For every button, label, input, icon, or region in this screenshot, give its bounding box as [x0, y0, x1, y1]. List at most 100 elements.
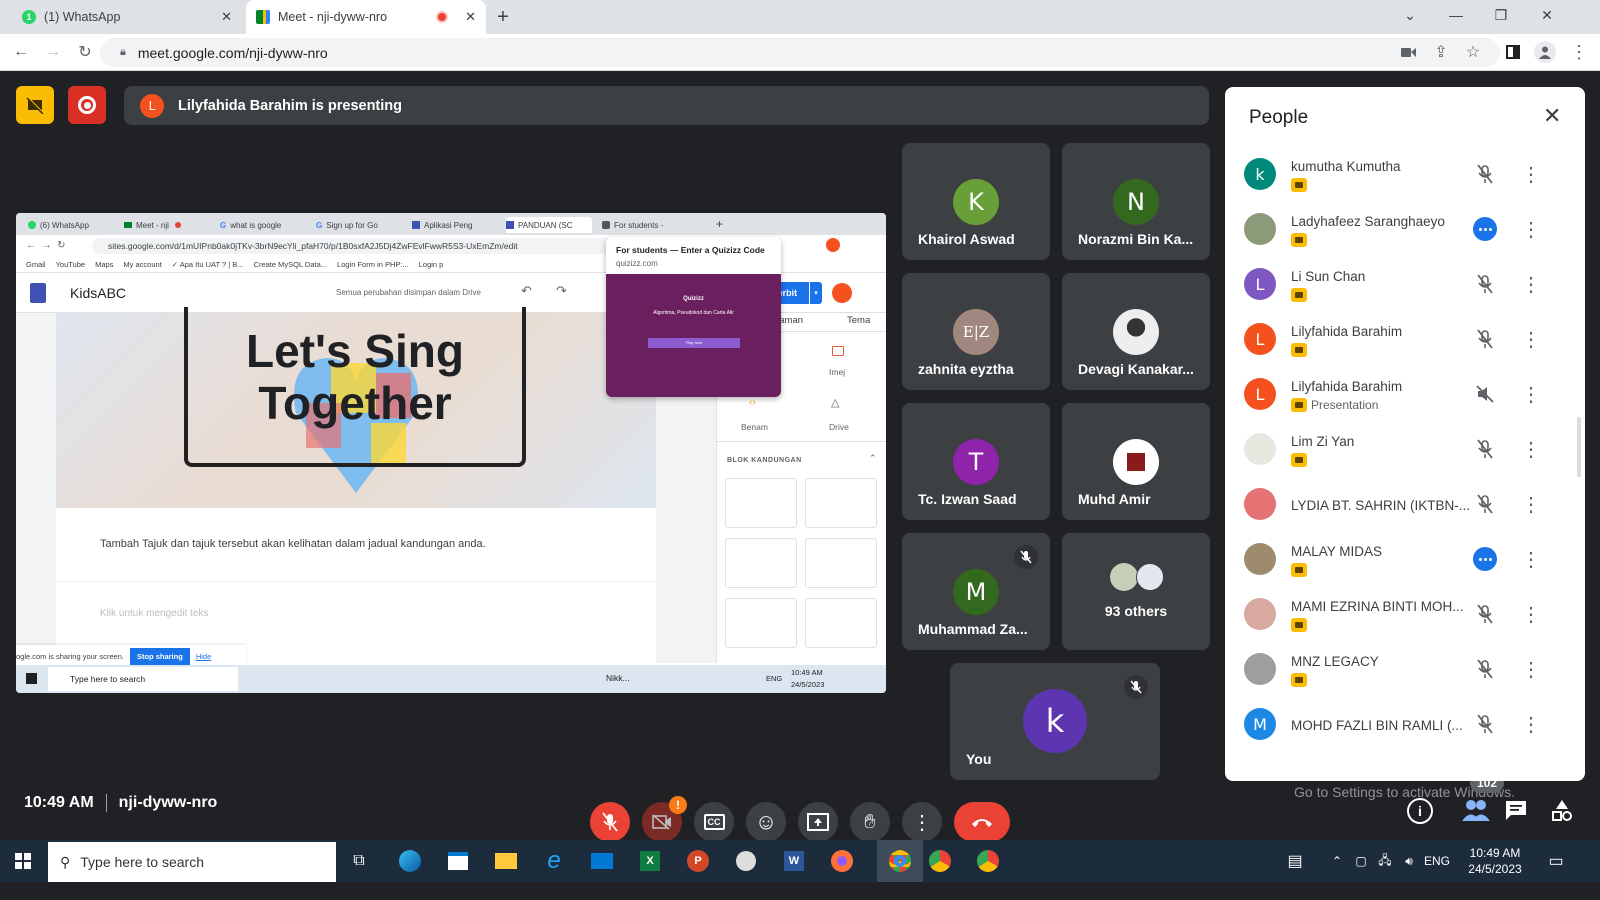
volume-off-icon[interactable]	[1473, 382, 1497, 406]
chrome-menu-icon[interactable]: ⋮	[1568, 41, 1590, 63]
more-options-icon[interactable]: ⋮	[1521, 492, 1541, 516]
mail-icon[interactable]	[587, 846, 617, 876]
present-screen-button[interactable]	[798, 802, 838, 842]
task-view-icon[interactable]: ⧉	[344, 846, 374, 876]
participant-row[interactable]: L Li Sun Chan ⋮	[1225, 260, 1585, 316]
activities-button[interactable]	[1551, 799, 1573, 826]
camera-in-use-icon[interactable]	[1398, 41, 1420, 63]
powerpoint-icon[interactable]: P	[683, 846, 713, 876]
mic-off-icon[interactable]	[1473, 602, 1497, 626]
close-panel-button[interactable]: ✕	[1543, 103, 1561, 129]
start-button[interactable]	[8, 846, 38, 876]
participant-row[interactable]: M MOHD FAZLI BIN RAMLI (... ⋮	[1225, 700, 1585, 756]
minimize-button[interactable]: —	[1433, 0, 1479, 30]
host-controls-button[interactable]	[16, 86, 54, 124]
system-clock[interactable]: 10:49 AM 24/5/2023	[1461, 845, 1529, 877]
panel-scrollbar[interactable]	[1577, 417, 1581, 477]
close-tab-icon[interactable]: ✕	[465, 9, 476, 25]
word-icon[interactable]: W	[779, 846, 809, 876]
more-options-icon[interactable]: ⋮	[1521, 602, 1541, 626]
bookmark-star-icon[interactable]: ☆	[1462, 41, 1484, 63]
mic-off-icon[interactable]	[1473, 492, 1497, 516]
participant-row[interactable]: MNZ LEGACY ⋮	[1225, 645, 1585, 701]
participant-row[interactable]: L Lilyfahida Barahim ⋮	[1225, 315, 1585, 371]
more-options-icon[interactable]: ⋮	[1521, 217, 1541, 241]
tab-whatsapp[interactable]: 1 (1) WhatsApp ✕	[12, 0, 242, 34]
people-button[interactable]: 102	[1462, 773, 1504, 826]
excel-icon[interactable]: X	[635, 846, 665, 876]
participant-row[interactable]: Lim Zi Yan ⋮	[1225, 425, 1585, 481]
participant-row[interactable]: k kumutha Kumutha ⋮	[1225, 150, 1585, 206]
notifications-icon[interactable]: ▭	[1541, 846, 1571, 876]
internet-explorer-icon[interactable]: e	[539, 846, 569, 876]
mic-off-icon[interactable]	[1473, 272, 1497, 296]
restore-button[interactable]: ❐	[1478, 0, 1524, 30]
close-window-button[interactable]: ✕	[1524, 0, 1570, 30]
input-language[interactable]: ENG	[1424, 854, 1450, 868]
news-widget-icon[interactable]: ▤	[1280, 846, 1310, 876]
new-tab-button[interactable]: +	[490, 4, 516, 30]
mic-off-icon[interactable]	[1473, 327, 1497, 351]
meeting-details-icon[interactable]: i	[1407, 798, 1433, 824]
others-tile[interactable]: 93 others	[1062, 533, 1210, 650]
participant-name: Lilyfahida Barahim	[1291, 324, 1403, 339]
address-bar[interactable]: 🔒︎ meet.google.com/nji-dyww-nro	[100, 38, 1500, 67]
chat-button[interactable]	[1504, 799, 1528, 826]
participant-row[interactable]: Ladyhafeez Saranghaeyo ⋮	[1225, 205, 1585, 261]
snipping-tool-icon[interactable]	[731, 846, 761, 876]
leave-call-button[interactable]	[954, 802, 1010, 842]
chrome-icon[interactable]	[925, 846, 955, 876]
more-options-icon[interactable]: ⋮	[1521, 272, 1541, 296]
chrome-icon[interactable]	[973, 846, 1003, 876]
microphone-toggle-button[interactable]	[590, 802, 630, 842]
camera-toggle-button[interactable]: !	[642, 796, 687, 842]
more-options-icon[interactable]: ⋮	[1521, 437, 1541, 461]
participant-row[interactable]: L Lilyfahida Barahim Presentation ⋮	[1225, 370, 1585, 426]
mic-off-icon[interactable]	[1473, 712, 1497, 736]
tab-meet[interactable]: Meet - nji-dyww-nro ✕	[246, 0, 486, 34]
participant-tile[interactable]: T Tc. Izwan Saad	[902, 403, 1050, 520]
taskbar-search-box[interactable]: ⚲ Type here to search	[48, 842, 336, 882]
more-options-icon[interactable]: ⋮	[1521, 162, 1541, 186]
participant-row[interactable]: LYDIA BT. SAHRIN (IKTBN-... ⋮	[1225, 480, 1585, 536]
reactions-button[interactable]: ☺	[746, 802, 786, 842]
participant-tile[interactable]: E|Z zahnita eyztha	[902, 273, 1050, 390]
participant-tile[interactable]: M Muhammad Za...	[902, 533, 1050, 650]
raise-hand-button[interactable]: ✋︎	[850, 802, 890, 842]
more-options-icon[interactable]: ⋮	[1521, 382, 1541, 406]
more-options-icon[interactable]: ⋮	[1521, 547, 1541, 571]
more-options-icon[interactable]: ⋮	[1521, 712, 1541, 736]
profile-avatar-icon[interactable]	[1534, 41, 1556, 63]
volume-icon[interactable]: 🔊︎	[1394, 846, 1424, 876]
participant-tile[interactable]: K Khairol Aswad	[902, 143, 1050, 260]
tab-search-chevron-icon[interactable]: ⌄	[1387, 0, 1433, 30]
share-icon[interactable]: ⇪	[1430, 41, 1452, 63]
self-tile[interactable]: k You	[950, 663, 1160, 780]
more-options-button[interactable]: ⋮	[902, 802, 942, 842]
reload-icon[interactable]: ↻	[74, 41, 96, 63]
audio-activity-icon[interactable]	[1473, 217, 1497, 241]
audio-activity-icon[interactable]	[1473, 547, 1497, 571]
firefox-icon[interactable]	[827, 846, 857, 876]
shared-screen[interactable]: (6) WhatsApp Meet - nji Gwhat is google …	[16, 213, 886, 693]
side-panel-icon[interactable]	[1502, 41, 1524, 63]
mic-off-icon[interactable]	[1473, 657, 1497, 681]
file-explorer-icon[interactable]	[491, 846, 521, 876]
mic-off-icon[interactable]	[1473, 162, 1497, 186]
edge-icon[interactable]	[395, 846, 425, 876]
more-options-icon[interactable]: ⋮	[1521, 657, 1541, 681]
close-tab-icon[interactable]: ✕	[221, 9, 232, 25]
participant-tile[interactable]: N Norazmi Bin Ka...	[1062, 143, 1210, 260]
mic-off-icon[interactable]	[1473, 437, 1497, 461]
chrome-icon-active[interactable]	[877, 840, 923, 882]
participant-tile[interactable]: Muhd Amir	[1062, 403, 1210, 520]
back-arrow-icon[interactable]: ←	[10, 41, 32, 63]
forward-arrow-icon[interactable]: →	[42, 41, 64, 63]
captions-button[interactable]: CC	[694, 802, 734, 842]
participant-row[interactable]: MALAY MIDAS ⋮	[1225, 535, 1585, 591]
recording-button[interactable]	[68, 86, 106, 124]
participant-tile[interactable]: Devagi Kanakar...	[1062, 273, 1210, 390]
participant-row[interactable]: MAMI EZRINA BINTI MOH... ⋮	[1225, 590, 1585, 646]
store-icon[interactable]	[443, 846, 473, 876]
more-options-icon[interactable]: ⋮	[1521, 327, 1541, 351]
